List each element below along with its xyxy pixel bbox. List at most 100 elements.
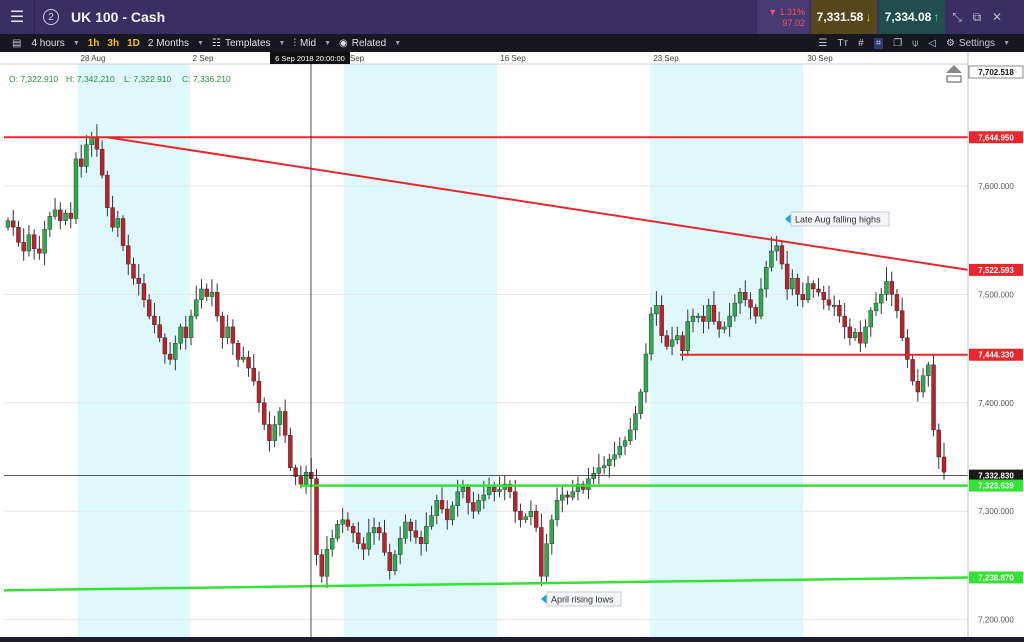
candle-body bbox=[345, 519, 351, 527]
candle-body bbox=[141, 283, 147, 301]
price-chart[interactable]: 28 Aug 2 Sep Sep 16 Sep 23 Sep 30 Sep 7,600.0… bbox=[0, 52, 1024, 637]
grid-icon[interactable]: # bbox=[858, 38, 864, 49]
related-select[interactable]: ◉ Related ▼ bbox=[339, 38, 401, 49]
candle-body bbox=[842, 315, 847, 328]
crosshair-tool-icon[interactable]: ⌗ bbox=[873, 37, 884, 49]
candle-body bbox=[706, 305, 711, 322]
y-tick-label: 7,500.000 bbox=[978, 290, 1014, 299]
candle-body bbox=[899, 310, 905, 338]
indicators-icon[interactable]: ☰ bbox=[818, 38, 827, 49]
candle-body bbox=[560, 494, 565, 501]
candle-body bbox=[361, 543, 366, 550]
candle-body bbox=[831, 305, 837, 307]
draw-tool-icon[interactable]: ◁ bbox=[928, 38, 936, 49]
candle-body bbox=[178, 326, 183, 344]
layers-icon[interactable]: ❐ bbox=[893, 38, 902, 49]
candle-body bbox=[497, 489, 502, 492]
chevron-down-icon: ▼ bbox=[394, 39, 402, 47]
chevron-down-icon: ▼ bbox=[278, 39, 286, 47]
candle-body bbox=[324, 548, 330, 577]
candle-body bbox=[570, 491, 575, 498]
candle-body bbox=[513, 491, 518, 512]
price-tag-red1: 7,644.950 bbox=[978, 133, 1014, 142]
candle-body bbox=[214, 292, 220, 317]
change-absolute: 97.02 bbox=[782, 18, 805, 28]
interval-3h[interactable]: 3h bbox=[107, 38, 119, 49]
alert-icon[interactable]: ⍦ bbox=[912, 38, 918, 49]
candle-body bbox=[173, 342, 178, 360]
candle-body bbox=[816, 288, 821, 293]
price-tag-current: 7,332.830 bbox=[978, 472, 1014, 481]
candle-body bbox=[805, 283, 811, 301]
candle-body bbox=[596, 467, 602, 474]
settings-button[interactable]: ⚙ Settings ▼ bbox=[946, 38, 1010, 49]
candle-body bbox=[654, 305, 659, 315]
candle-body bbox=[429, 515, 434, 527]
close-icon[interactable]: ✕ bbox=[990, 10, 1004, 24]
candle-body bbox=[392, 554, 398, 572]
candle-body bbox=[262, 402, 267, 425]
candle-body bbox=[711, 305, 717, 322]
candle-body bbox=[852, 332, 858, 338]
chevron-down-icon: ▼ bbox=[197, 39, 204, 47]
candle-body bbox=[340, 519, 345, 525]
gear-icon: ⚙ bbox=[945, 37, 955, 49]
timeframe-select[interactable]: 4 hours ▼ bbox=[31, 38, 79, 49]
range-select[interactable]: 2 Months ▼ bbox=[148, 38, 204, 49]
range-label: 2 Months bbox=[147, 37, 190, 49]
candle-body bbox=[298, 476, 304, 485]
y-tick-label: 7,400.000 bbox=[978, 399, 1014, 408]
buy-price-button[interactable]: 7,334.08 ↑ bbox=[879, 0, 945, 34]
ohlc-o: O: 7,322.910 bbox=[9, 74, 58, 84]
panel-toggle-icon[interactable]: ▤ bbox=[12, 38, 21, 49]
candle-body bbox=[821, 292, 826, 301]
price-tag-red3: 7,444.330 bbox=[978, 351, 1014, 360]
candle-body bbox=[42, 229, 47, 254]
candle-body bbox=[758, 288, 764, 317]
expand-icon[interactable]: ⤡ bbox=[950, 10, 964, 25]
candle-body bbox=[544, 543, 549, 577]
candle-body bbox=[554, 500, 560, 521]
title-bar: ☰ 2 UK 100 - Cash ▼ 1.31% 97.02 7,331.58… bbox=[0, 0, 1024, 34]
candle-body bbox=[690, 315, 696, 322]
candle-body bbox=[146, 299, 152, 317]
candle-body bbox=[727, 315, 732, 328]
text-tool-icon[interactable]: Tт bbox=[837, 38, 848, 49]
candle-body bbox=[941, 456, 947, 473]
interval-1h[interactable]: 1h bbox=[88, 38, 100, 49]
candle-body bbox=[267, 424, 272, 441]
templates-select[interactable]: ☷ Templates ▼ bbox=[212, 38, 285, 49]
hamburger-icon[interactable]: ☰ bbox=[0, 0, 35, 34]
chevron-down-icon: ▼ bbox=[72, 39, 80, 47]
candle-body bbox=[648, 313, 654, 355]
sell-price-button[interactable]: 7,331.58 ↓ bbox=[811, 0, 877, 34]
candle-body bbox=[73, 158, 79, 219]
change-percent: ▼ 1.31% bbox=[768, 7, 805, 17]
workspace-count-badge[interactable]: 2 bbox=[43, 9, 59, 25]
candle-body bbox=[863, 326, 868, 344]
interval-1d[interactable]: 1D bbox=[127, 38, 140, 49]
candle-body bbox=[523, 516, 528, 521]
price-type-select[interactable]: ⫶ Mid ▼ bbox=[293, 38, 331, 49]
popout-icon[interactable]: ⧉ bbox=[970, 10, 984, 25]
candle-body bbox=[246, 357, 251, 369]
candle-body bbox=[722, 326, 727, 330]
candle-body bbox=[549, 519, 555, 544]
candle-body bbox=[5, 220, 11, 228]
candle-body bbox=[194, 299, 199, 317]
candle-body bbox=[11, 220, 16, 228]
candle-body bbox=[769, 250, 774, 268]
candle-body bbox=[288, 435, 293, 469]
chart-area[interactable]: 28 Aug 2 Sep Sep 16 Sep 23 Sep 30 Sep 7,600.0… bbox=[0, 52, 1024, 637]
candle-body bbox=[230, 326, 236, 344]
candle-body bbox=[418, 537, 424, 544]
candle-body bbox=[784, 263, 790, 290]
candle-body bbox=[811, 283, 816, 290]
candle-body bbox=[293, 467, 298, 477]
candle-body bbox=[183, 326, 188, 338]
candle-body bbox=[63, 212, 68, 221]
candle-body bbox=[350, 526, 356, 534]
candle-body bbox=[136, 277, 141, 284]
crosshair-time-label: 6 Sep 2018 20:00:00 bbox=[275, 54, 345, 63]
templates-label: Templates bbox=[224, 37, 271, 49]
